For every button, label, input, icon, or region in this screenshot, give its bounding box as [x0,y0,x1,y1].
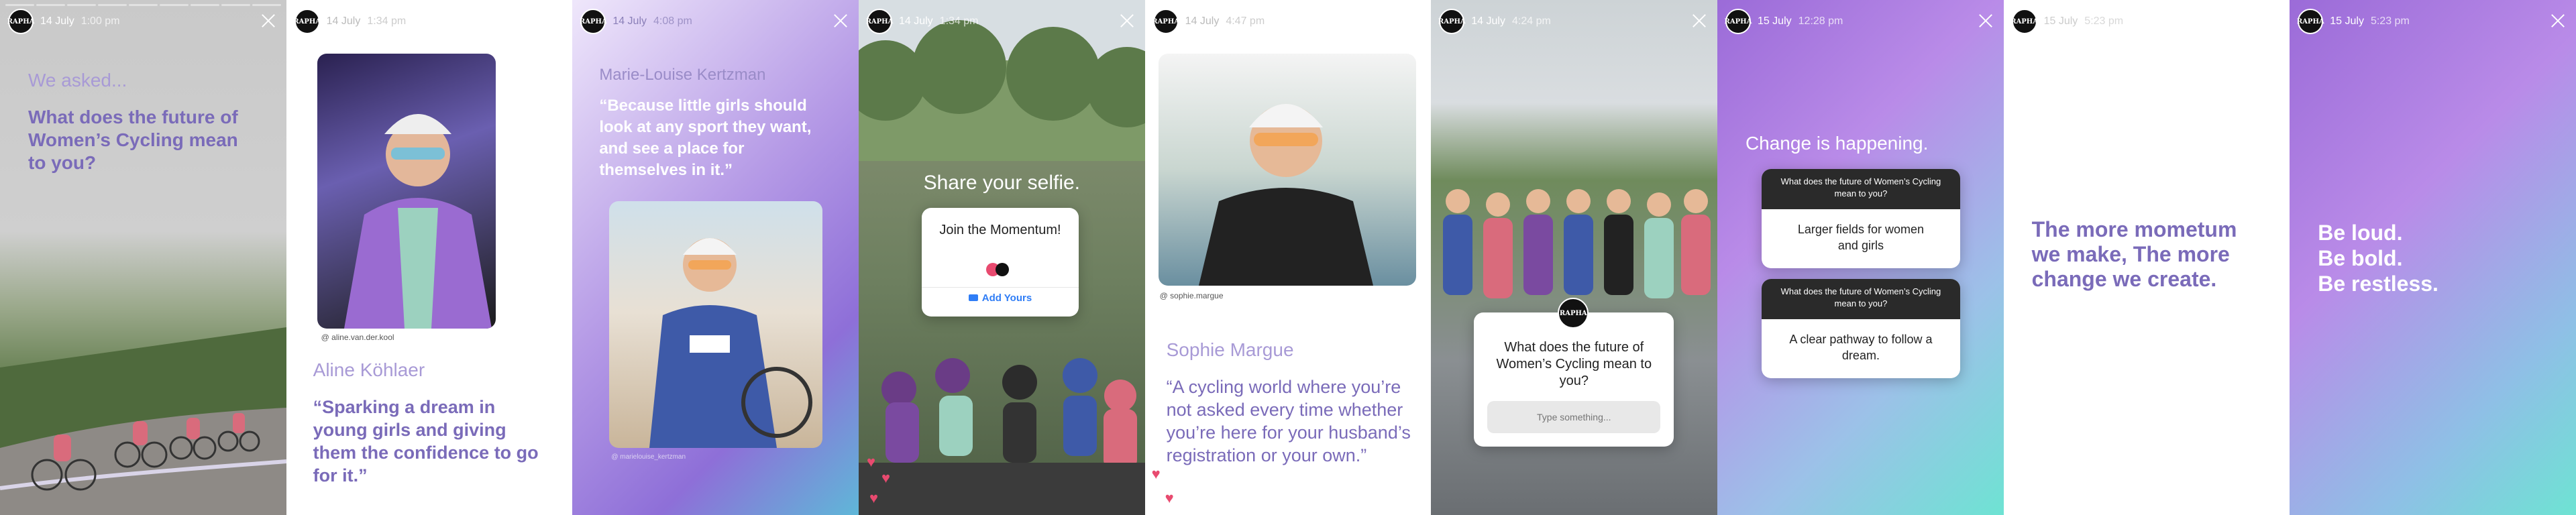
close-icon[interactable] [1117,11,1137,31]
story-date: 14 July [1185,15,1220,27]
close-icon[interactable] [544,11,564,31]
close-icon[interactable] [258,11,278,31]
heart-icon: ♥ [1151,465,1161,482]
story-header: RAPHA 14 July 1:34 pm [286,0,573,43]
story-time: 5:23 pm [2084,15,2124,27]
brand-avatar[interactable]: RAPHA [293,9,321,34]
answer-question: What does the future of Women’s Cycling … [1761,279,1960,319]
manifesto-line-2: Be bold. [2318,246,2403,270]
brand-avatar[interactable]: RAPHA [7,9,34,34]
story-time: 4:47 pm [1226,15,1265,27]
story-date: 14 July [1471,15,1505,27]
brand-avatar[interactable]: RAPHA [2297,9,2324,34]
rider-quote: “Sparking a dream in young girls and giv… [313,397,539,485]
rider-name: Sophie Margue [1166,339,1294,360]
story-header: RAPHA 15 July 5:23 pm [2004,0,2290,43]
story-header: RAPHA 14 July 4:47 pm [1145,0,1432,43]
story-1[interactable]: RAPHA 14 July 1:00 pm We asked... What do… [0,0,286,515]
story-time: 4:08 pm [653,15,692,27]
answer-input[interactable] [1487,401,1661,433]
story-date: 14 July [898,15,933,27]
manifesto: Be loud. Be bold. Be restless. [2318,220,2438,296]
story-header: RAPHA 14 July 1:34 pm [859,0,1145,43]
manifesto-line-3: Be restless. [2318,272,2438,296]
answer-text: Larger fields for women and girls [1797,223,1924,252]
story-3[interactable]: RAPHA 14 July 4:08 pm Marie-Louise Kertzm… [572,0,859,515]
heart-icon: ♥ [866,453,876,470]
story-date: 15 July [2330,15,2364,27]
close-icon[interactable] [1976,11,1996,31]
answer-question: What does the future of Women’s Cycling … [1761,169,1960,209]
answer-card-1: What does the future of Women’s Cycling … [1761,169,1960,268]
stories-strip: RAPHA 14 July 1:00 pm We asked... What do… [0,0,2576,515]
question-sticker[interactable]: RAPHA What does the future of Women’s Cy… [1474,298,1674,447]
answer-card-2: What does the future of Women’s Cycling … [1761,279,1960,378]
brand-avatar[interactable]: RAPHA [1725,9,1752,34]
heart-icon: ♥ [1165,490,1174,506]
sticker-title: Join the Momentum! [939,223,1061,237]
change-heading: Change is happening. [1745,133,1929,154]
add-yours-button[interactable]: Add Yours [922,292,1079,304]
rider-photo [609,201,823,448]
participant-avatars [985,263,1016,276]
rider-quote: “A cycling world where you’re not asked … [1166,377,1411,465]
add-yours-sticker[interactable]: Join the Momentum! Add Yours [921,208,1079,317]
answer-text: A clear pathway to follow a dream. [1789,333,1933,362]
rider-photo [1158,54,1416,286]
add-yours-label: Add Yours [981,292,1032,304]
story-date: 14 July [612,15,647,27]
story-5[interactable]: RAPHA 14 July 4:47 pm @ sophie.margue Sop… [1144,0,1432,515]
heart-icon: ♥ [869,490,879,506]
brand-avatar[interactable]: RAPHA [1152,9,1179,34]
close-icon[interactable] [2548,11,2568,31]
close-icon[interactable] [830,11,851,31]
close-icon[interactable] [1689,11,1709,31]
story-7[interactable]: RAPHA 15 July 12:28 pm Change is happenin… [1717,0,2004,515]
story-time: 5:23 pm [2370,15,2410,27]
photo-handle: @ aline.van.der.kool [321,333,394,342]
camera-icon [968,294,978,301]
brand-avatar[interactable]: RAPHA [580,9,607,34]
brand-avatar[interactable]: RAPHA [866,9,893,34]
story-date: 15 July [1757,15,1792,27]
story-date: 15 July [2043,15,2078,27]
kicker: We asked... [28,70,127,91]
story-4[interactable]: RAPHA 14 July 1:34 pm Share your selfie. … [858,0,1145,515]
story-date: 14 July [326,15,361,27]
photo-handle: @ sophie.margue [1159,291,1224,300]
rider-name: Aline Köhlaer [313,359,425,380]
story-time: 1:34 pm [367,15,407,27]
rider-quote: “Because little girls should look at any… [599,97,812,179]
portrait-photo [317,54,496,329]
story-header: RAPHA 15 July 5:23 pm [2290,0,2576,43]
story-9[interactable]: RAPHA 15 July 5:23 pm Be loud. Be bold. B… [2290,0,2576,515]
momentum-text: The more mometum we make, The more chang… [2031,217,2237,291]
brand-avatar[interactable]: RAPHA [2010,9,2038,34]
story-time: 12:28 pm [1798,15,1843,27]
story-header: RAPHA 14 July 1:00 pm [0,0,286,43]
story-2[interactable]: RAPHA 14 July 1:34 pm @ aline.van.der.koo… [286,0,573,515]
story-header: RAPHA 14 July 4:24 pm [1431,0,1717,43]
cyclists-photo [0,327,286,515]
rider-name: Marie-Louise Kertzman [599,66,766,84]
story-6[interactable]: RAPHA 14 July 4:24 pm RAPHA What does the… [1431,0,1717,515]
story-8[interactable]: RAPHA 15 July 5:23 pm The more mometum we… [2003,0,2290,515]
story-date: 14 July [40,15,74,27]
story-time: 1:34 pm [939,15,979,27]
photo-handle: @ marielouise_kertzman [611,453,686,461]
close-icon[interactable] [2261,11,2282,31]
heart-icon: ♥ [881,469,891,486]
close-icon[interactable] [1403,11,1423,31]
manifesto-line-1: Be loud. [2318,221,2403,245]
story-time: 1:00 pm [80,15,120,27]
share-heading: Share your selfie. [923,172,1081,194]
question-text: What does the future of Women’s Cycling … [1496,340,1652,388]
brand-avatar: RAPHA [1558,298,1589,329]
question-text: What does the future of Women’s Cycling … [28,107,238,173]
story-header: RAPHA 15 July 12:28 pm [1717,0,2004,43]
brand-avatar[interactable]: RAPHA [1438,9,1466,34]
story-time: 4:24 pm [1511,15,1551,27]
story-header: RAPHA 14 July 4:08 pm [572,0,859,43]
